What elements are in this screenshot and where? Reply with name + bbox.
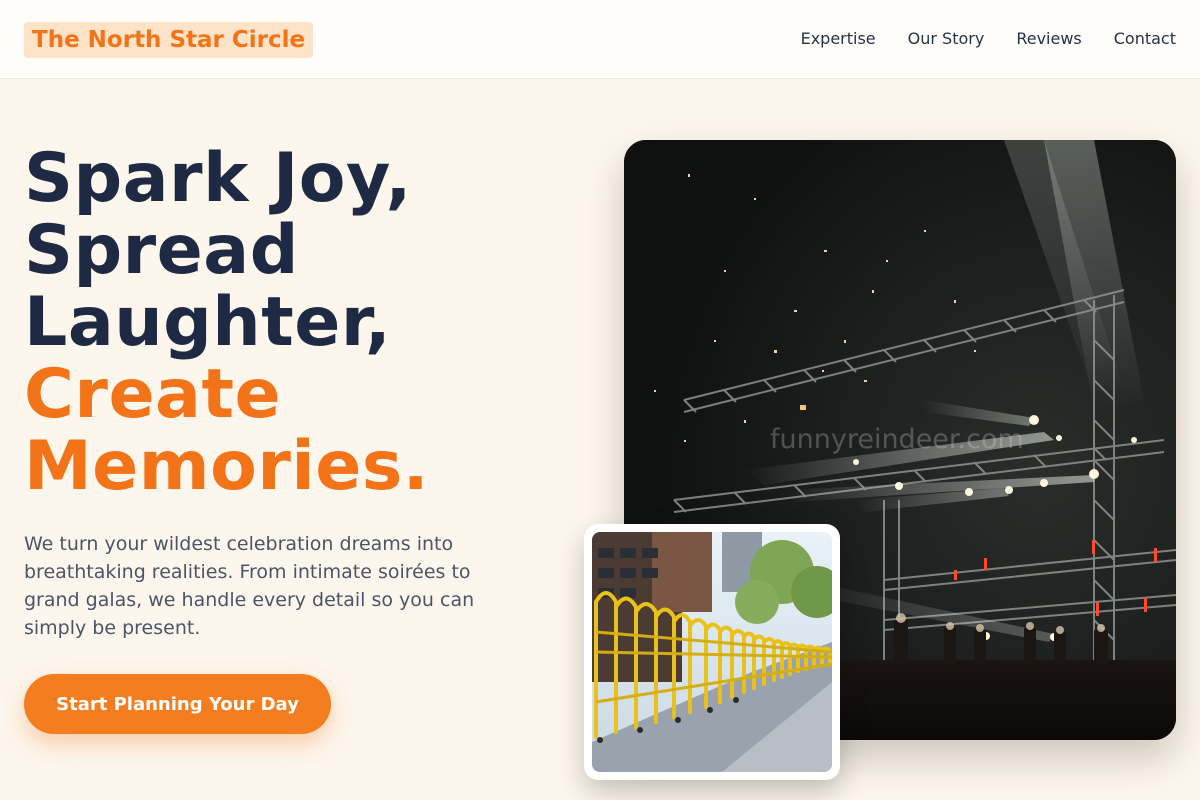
hero-title: Spark Joy, Spread Laughter, Create Memor… — [24, 143, 584, 503]
main-nav: Expertise Our Story Reviews Contact — [801, 28, 1176, 50]
hero-title-line: Laughter, — [24, 283, 392, 362]
yellow-barrier-image — [592, 532, 832, 772]
site-header: The North Star Circle Expertise Our Stor… — [0, 0, 1200, 79]
hero-title-accent-line: Create — [24, 355, 282, 434]
nav-link-reviews[interactable]: Reviews — [1016, 28, 1081, 50]
image-watermark: funnyreindeer.com — [770, 424, 1024, 455]
barrier-photo-card — [584, 524, 840, 780]
hero-title-line: Spark Joy, — [24, 139, 412, 218]
hero-title-line: Spread — [24, 211, 299, 290]
hero-title-accent-line: Memories. — [24, 427, 430, 506]
nav-link-our-story[interactable]: Our Story — [908, 28, 985, 50]
start-planning-button[interactable]: Start Planning Your Day — [24, 674, 331, 734]
nav-link-expertise[interactable]: Expertise — [801, 28, 876, 50]
hero-description: We turn your wildest celebration dreams … — [24, 533, 475, 639]
yellow-barrier-illustration — [592, 532, 832, 772]
nav-link-contact[interactable]: Contact — [1114, 28, 1176, 50]
brand-logo[interactable]: The North Star Circle — [24, 22, 314, 58]
